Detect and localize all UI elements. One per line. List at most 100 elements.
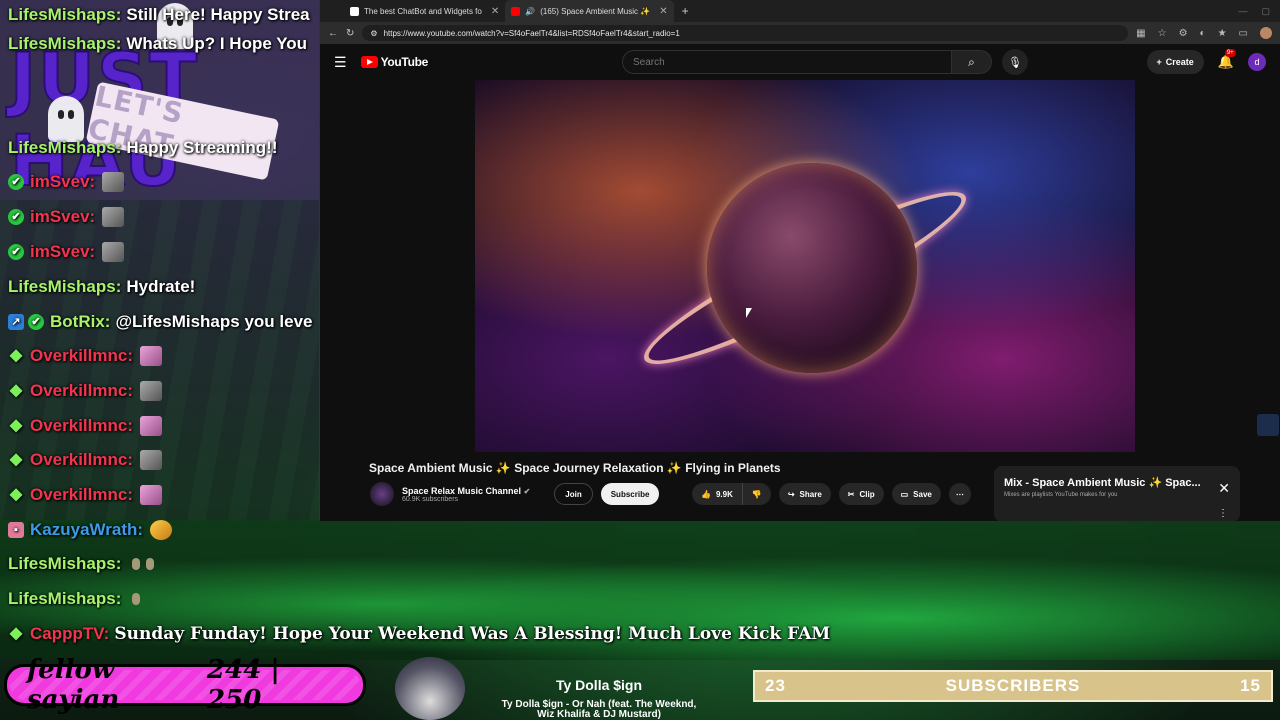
chat-username[interactable]: CapppTV: (30, 624, 109, 644)
split-icon[interactable]: ▭ (1239, 28, 1248, 39)
channel-name[interactable]: Space Relax Music Channel ✔ (402, 486, 530, 496)
subscribe-button[interactable]: Subscribe (600, 483, 660, 505)
chat-username[interactable]: LifesMishaps: (8, 277, 121, 297)
bot-badge-icon: ↗ (8, 314, 24, 330)
chat-username[interactable]: Overkillmnc: (30, 450, 133, 470)
diamond-badge-icon: ◆ (9, 417, 23, 434)
user-avatar[interactable]: d (1248, 53, 1266, 71)
create-button[interactable]: + Create (1146, 50, 1204, 74)
diamond-badge-icon: ◆ (9, 382, 23, 399)
minimize-icon[interactable]: — (1238, 6, 1247, 17)
gift-badge-icon: ▪ (8, 522, 24, 538)
reload-icon[interactable]: ↻ (346, 28, 354, 39)
thumbs-up-icon: 👍 (701, 489, 711, 499)
tab-chatbot[interactable]: The best ChatBot and Widgets fo ✕ (344, 0, 505, 22)
tab-title: The best ChatBot and Widgets fo (364, 6, 482, 16)
video-player[interactable] (475, 80, 1135, 452)
emote-icon (102, 242, 125, 262)
mouse-cursor-icon (746, 308, 752, 318)
like-button[interactable]: 👍 9.9K (692, 483, 742, 505)
chat-message: ✔ imSvev: (8, 202, 125, 232)
emote-icon (146, 558, 155, 570)
site-info-icon[interactable]: ⚙ (370, 29, 377, 38)
extensions-icon[interactable]: ⚙ (1179, 28, 1188, 39)
verified-badge-icon: ✔ (8, 209, 24, 225)
youtube-favicon-icon (511, 6, 521, 16)
emote-icon (102, 172, 125, 192)
favorite-icon[interactable]: ☆ (1158, 28, 1167, 39)
chat-username[interactable]: BotRix: (50, 312, 110, 332)
mix-title[interactable]: Mix - Space Ambient Music ✨ Spac... (1004, 476, 1214, 489)
collections-icon[interactable]: ★ (1218, 28, 1227, 39)
chat-username[interactable]: KazuyaWrath: (30, 520, 143, 540)
diamond-badge-icon: ◆ (9, 347, 23, 364)
chat-username[interactable]: LifesMishaps: (8, 554, 121, 574)
emote-icon (140, 485, 162, 505)
chat-message: ✔ imSvev: (8, 237, 125, 267)
new-tab-icon[interactable]: + (682, 4, 689, 18)
search-input[interactable] (622, 50, 953, 74)
sub-goal-label: SUBSCRIBERS (945, 676, 1081, 695)
chatbot-favicon-icon (350, 6, 359, 16)
chat-text: Happy Streaming!! (126, 138, 278, 157)
back-icon[interactable]: ← (328, 28, 338, 39)
chat-text: Sunday Funday! Hope Your Weekend Was A B… (114, 624, 831, 644)
chat-message: ✔ imSvev: (8, 167, 125, 197)
maximize-icon[interactable]: ▢ (1261, 6, 1270, 17)
chat-message: ↗ ✔ BotRix: @LifesMishaps you leve (8, 307, 312, 337)
channel-avatar[interactable] (370, 482, 394, 506)
close-icon[interactable]: ✕ (1218, 480, 1230, 497)
chat-username[interactable]: Overkillmnc: (30, 485, 133, 505)
now-playing-artist: Ty Dolla $ign (555, 677, 643, 693)
url-field[interactable]: ⚙ https://www.youtube.com/watch?v=Sf4oFa… (362, 25, 1129, 41)
follower-goal-count: 244 | 250 (207, 655, 280, 715)
chat-username[interactable]: LifesMishaps: (8, 34, 121, 54)
notification-badge: 9+ (1224, 49, 1236, 57)
voice-search-button[interactable]: 🎙 (1002, 49, 1029, 75)
youtube-play-icon (360, 56, 378, 68)
kebab-menu-icon[interactable]: ⋮ (1218, 508, 1228, 519)
close-icon[interactable]: ✕ (491, 6, 499, 17)
chat-username[interactable]: Overkillmnc: (30, 416, 133, 436)
chat-message: LifesMishaps: Happy Streaming!! (8, 133, 278, 163)
mic-icon: 🎙 (1008, 56, 1022, 69)
save-button[interactable]: ▭ Save (891, 483, 941, 505)
join-button[interactable]: Join (554, 483, 593, 505)
search-area: ⌕ 🎙 (622, 49, 1029, 75)
verified-badge-icon: ✔ (8, 244, 24, 260)
menu-icon[interactable]: ☰ (334, 54, 347, 71)
plus-icon: + (1156, 57, 1162, 67)
emote-icon (140, 416, 162, 436)
share-button[interactable]: ↪ Share (778, 483, 831, 505)
chat-username[interactable]: imSvev: (30, 172, 95, 192)
chat-username[interactable]: LifesMishaps: (8, 5, 121, 25)
more-actions-button[interactable]: ⋯ (948, 483, 971, 505)
chat-username[interactable]: imSvev: (30, 242, 95, 262)
chat-username[interactable]: Overkillmnc: (30, 381, 133, 401)
search-button[interactable]: ⌕ (952, 50, 993, 74)
chat-username[interactable]: LifesMishaps: (8, 589, 121, 609)
reader-icon[interactable]: ▦ (1136, 28, 1145, 39)
emote-icon (132, 558, 141, 570)
tab-strip: The best ChatBot and Widgets fo ✕ 🔊 (165… (320, 0, 1280, 22)
dislike-button[interactable]: 👎 (741, 483, 771, 505)
notifications-button[interactable]: 🔔 9+ (1218, 49, 1236, 70)
mix-playlist-panel: Mix - Space Ambient Music ✨ Spac... Mixe… (994, 466, 1240, 521)
close-icon[interactable]: ✕ (659, 6, 667, 17)
chat-message: ◆ Overkillmnc: (8, 480, 162, 510)
chat-message: ◆ Overkillmnc: (8, 411, 162, 441)
subscriber-goal-bar: 23 SUBSCRIBERS 15 (753, 670, 1273, 702)
chat-username[interactable]: LifesMishaps: (8, 138, 121, 158)
chat-text: Whats Up? I Hope You (126, 34, 308, 53)
tab-youtube[interactable]: 🔊 (165) Space Ambient Music ✨ ✕ (505, 0, 674, 22)
clip-label: Clip (859, 489, 875, 499)
verified-icon: ✔ (523, 486, 531, 496)
chat-username[interactable]: imSvev: (30, 207, 95, 227)
copilot-icon[interactable]: ◐ (1200, 28, 1206, 39)
profile-avatar[interactable] (1260, 27, 1272, 39)
clip-button[interactable]: ✂ Clip (838, 483, 884, 505)
sub-goal-right: 15 (1240, 676, 1261, 695)
miniplayer-thumbnail[interactable] (1257, 414, 1279, 436)
youtube-logo[interactable]: YouTube (360, 55, 428, 69)
chat-username[interactable]: Overkillmnc: (30, 346, 133, 366)
